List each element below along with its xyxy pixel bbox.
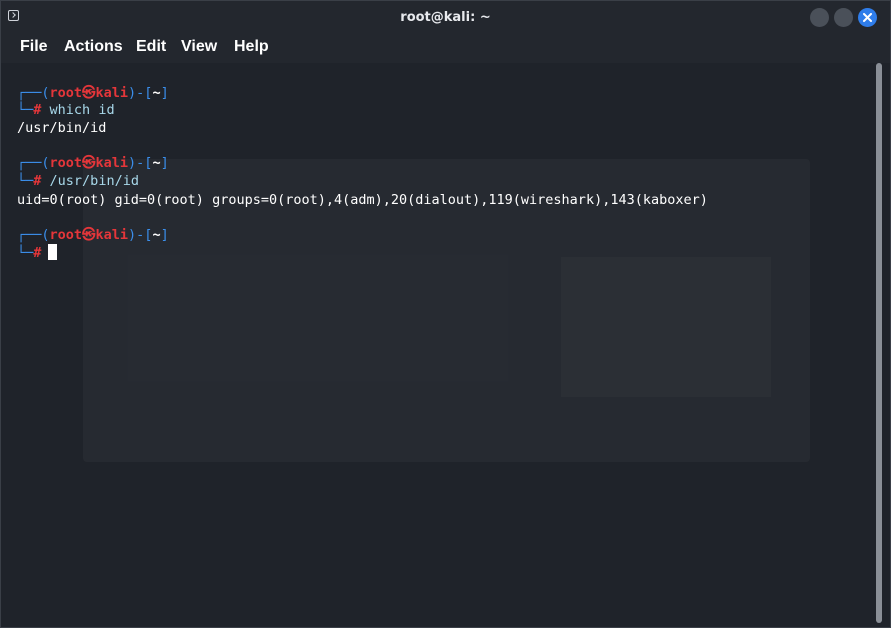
minimize-button[interactable] — [810, 8, 829, 27]
prompt-line: ┌──(root㉿kali)-[~] — [17, 227, 169, 243]
command-output: uid=0(root) gid=0(root) groups=0(root),4… — [17, 192, 708, 208]
text-cursor — [48, 244, 58, 260]
command-line: └─# which id — [17, 102, 115, 118]
menu-actions[interactable]: Actions — [64, 38, 123, 56]
menu-file[interactable]: File — [20, 38, 48, 56]
prompt-line: ┌──(root㉿kali)-[~] — [17, 155, 169, 171]
vertical-scrollbar[interactable] — [870, 63, 890, 627]
command-line[interactable]: └─# — [17, 244, 58, 262]
background-preview-ghost — [561, 257, 771, 397]
menu-view[interactable]: View — [181, 38, 217, 56]
command-line: └─# /usr/bin/id — [17, 173, 139, 189]
menu-help[interactable]: Help — [234, 38, 269, 56]
terminal-output-area[interactable]: ┌──(root㉿kali)-[~] └─# which id /usr/bin… — [1, 63, 870, 627]
menu-edit[interactable]: Edit — [136, 38, 166, 56]
close-button[interactable] — [858, 8, 877, 27]
maximize-button[interactable] — [834, 8, 853, 27]
command-output: /usr/bin/id — [17, 120, 107, 136]
prompt-line: ┌──(root㉿kali)-[~] — [17, 85, 169, 101]
window-title: root@kali: ~ — [400, 10, 491, 25]
menu-bar: File Actions Edit View Help — [1, 35, 890, 63]
scrollbar-thumb[interactable] — [876, 63, 882, 623]
title-bar[interactable]: root@kali: ~ — [1, 1, 890, 35]
close-icon — [863, 13, 872, 22]
terminal-window: root@kali: ~ File Actions Edit View Help… — [0, 0, 891, 628]
